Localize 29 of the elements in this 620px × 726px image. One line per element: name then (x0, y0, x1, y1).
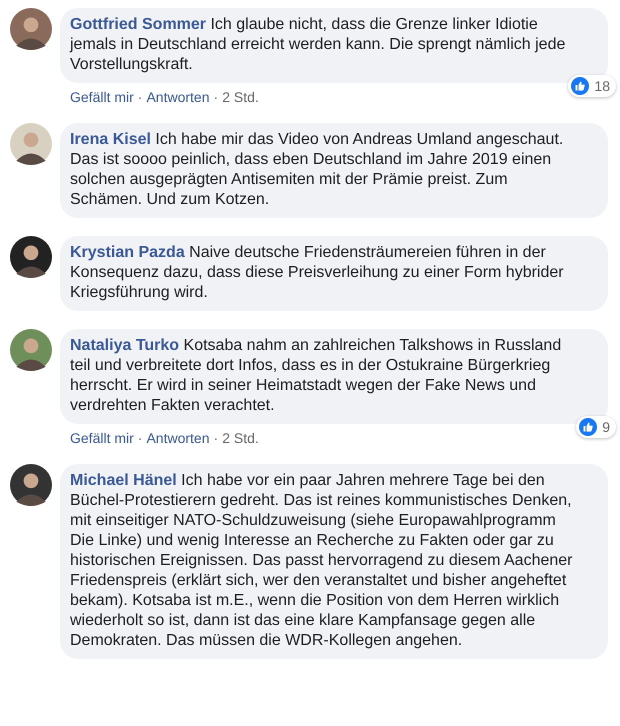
action-link[interactable]: Gefällt mir (70, 89, 134, 105)
separator: · (138, 89, 142, 105)
author-link[interactable]: Michael Hänel (70, 472, 177, 489)
avatar[interactable] (10, 329, 52, 371)
author-link[interactable]: Gottfried Sommer (70, 16, 206, 33)
comment-text: Michael Hänel Ich habe vor ein paar Jahren mehrere Tage bei den Büchel-Protestierern gedreht. Das ist reines kommunistisches Denken, mit einseitiger NATO-Schuldzuweisung (siehe Europawahlprogramm Die Linke) und wenig Interesse an Recherche zu Fakten oder gar zu historischen Ereignissen. Das passt hervorragend zu diesem Aachener Friedenspreis (erklärt sich, wer den veranstaltet und bisher angeheftet bekam). Kotsaba ist m.E., wenn die Position von dem Herren wirklich wiederholt so ist, dann ist das eine klare Kampfansage gegen alle Demokraten. Das müssen die WDR-Kollegen angehen. (70, 471, 574, 651)
timestamp: 2 Std. (222, 89, 259, 105)
avatar[interactable] (10, 8, 52, 50)
timestamp: 2 Std. (222, 430, 259, 446)
action-link[interactable]: Gefällt mir (70, 430, 134, 446)
thumbs-up-icon (579, 418, 598, 436)
avatar[interactable] (10, 464, 52, 506)
reaction-count[interactable]: 9 (576, 416, 616, 438)
separator: · (214, 430, 218, 446)
comment-text: Krystian Pazda Naive deutsche Friedensträumereien führen in der Konsequenz dazu, dass diese Preisverleihung zu einer Form hybrider Kriegsführung wird. (70, 243, 565, 303)
action-link[interactable]: Antworten (146, 430, 210, 446)
action-link[interactable]: Antworten (146, 89, 210, 105)
author-link[interactable]: Krystian Pazda (70, 244, 185, 261)
avatar[interactable] (10, 236, 52, 278)
comment-text: Irena Kisel Ich habe mir das Video von Andreas Umland angeschaut. Das ist soooo peinlich, dass eben Deutschland im Jahre 2019 einen solchen ausgeprägten Antisemiten mit der Prämie preist. Zum Schämen. Und zum Kotzen. (70, 130, 564, 210)
reaction-count[interactable]: 18 (568, 75, 616, 97)
separator: · (214, 89, 218, 105)
thumbs-up-icon (571, 77, 590, 95)
avatar[interactable] (10, 123, 52, 165)
author-link[interactable]: Nataliya Turko (70, 337, 180, 354)
comment-text: Nataliya Turko Kotsaba nahm an zahlreichen Talkshows in Russland teil und verbreitete dort Infos, dass es in der Ostukraine Bürgerkrieg herrscht. Er wird in seiner Heimatstadt wegen der Fake News und verdrehten Fakten verachtet. (70, 336, 562, 416)
separator: · (138, 430, 142, 446)
author-link[interactable]: Irena Kisel (70, 131, 151, 148)
comment-text: Gottfried Sommer Ich glaube nicht, dass die Grenze linker Idiotie jemals in Deutschland erreicht werden kann. Die sprengt nämlich jede Vorstellungskraft. (70, 15, 566, 75)
